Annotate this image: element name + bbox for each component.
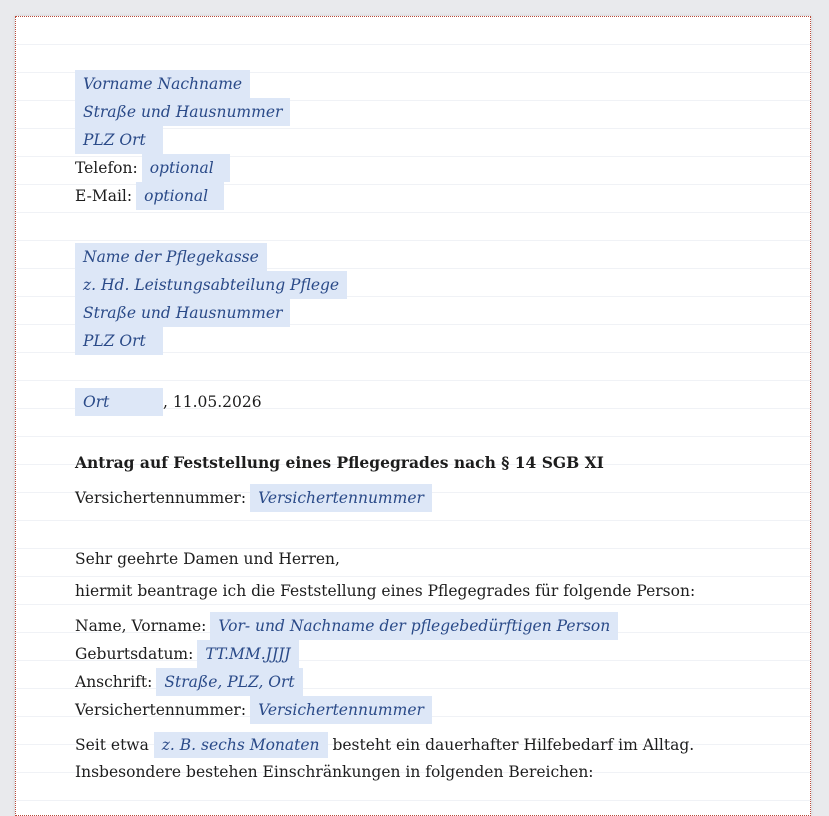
insured-number-field[interactable]: Versichertennummer — [250, 484, 432, 512]
sender-city-field[interactable]: PLZ Ort — [75, 126, 163, 154]
recipient-attention-line: z. Hd. Leistungsabteilung Pflege — [75, 271, 755, 299]
sender-city-line: PLZ Ort — [75, 126, 755, 154]
person-name-label: Name, Vorname: — [75, 617, 207, 635]
intro-text: hiermit beantrage ich die Feststellung e… — [75, 582, 696, 600]
person-birth-field[interactable]: TT.MM.JJJJ — [197, 640, 299, 668]
sender-name-field[interactable]: Vorname Nachname — [75, 70, 251, 98]
need-paragraph: Seit etwa z. B. sechs Monaten besteht ei… — [75, 732, 755, 786]
insured-number-label: Versichertennummer: — [75, 489, 247, 507]
person-address-label: Anschrift: — [75, 673, 153, 691]
date-line: Ort, 11.05.2026 — [75, 388, 755, 416]
person-insured-line: Versichertennummer: Versichertennummer — [75, 696, 755, 724]
sender-street-field[interactable]: Straße und Hausnummer — [75, 98, 291, 126]
person-insured-field[interactable]: Versichertennummer — [250, 696, 432, 724]
place-field[interactable]: Ort — [75, 388, 163, 416]
phone-field[interactable]: optional — [141, 154, 230, 182]
person-insured-label: Versichertennummer: — [75, 701, 247, 719]
person-address-line: Anschrift: Straße, PLZ, Ort — [75, 668, 755, 696]
email-field[interactable]: optional — [136, 182, 225, 210]
recipient-street-field[interactable]: Straße und Hausnummer — [75, 299, 291, 327]
person-name-line: Name, Vorname: Vor- und Nachname der pfle… — [75, 612, 755, 640]
recipient-street-line: Straße und Hausnummer — [75, 299, 755, 327]
letter-content: Vorname Nachname Straße und Hausnummer P… — [75, 70, 755, 786]
greeting: Sehr geehrte Damen und Herren, — [75, 550, 340, 568]
person-address-field[interactable]: Straße, PLZ, Ort — [156, 668, 303, 696]
recipient-city-field[interactable]: PLZ Ort — [75, 327, 163, 355]
person-birth-line: Geburtsdatum: TT.MM.JJJJ — [75, 640, 755, 668]
sender-name-line: Vorname Nachname — [75, 70, 755, 98]
duration-field[interactable]: z. B. sechs Monaten — [153, 732, 328, 758]
person-birth-label: Geburtsdatum: — [75, 645, 194, 663]
sender-street-line: Straße und Hausnummer — [75, 98, 755, 126]
subject-heading: Antrag auf Feststellung eines Pflegegrad… — [75, 453, 604, 472]
recipient-name-field[interactable]: Name der Pflegekasse — [75, 243, 267, 271]
sender-phone-line: Telefon: optional — [75, 154, 755, 182]
document-page: Vorname Nachname Straße und Hausnummer P… — [15, 16, 811, 816]
date-text: , 11.05.2026 — [163, 393, 262, 411]
insured-number-line: Versichertennummer: Versichertennummer — [75, 484, 755, 512]
sender-email-line: E-Mail: optional — [75, 182, 755, 210]
recipient-city-line: PLZ Ort — [75, 327, 755, 355]
recipient-attention-field[interactable]: z. Hd. Leistungsabteilung Pflege — [75, 271, 348, 299]
need-text-before: Seit etwa — [75, 736, 149, 754]
email-label: E-Mail: — [75, 187, 133, 205]
person-name-field[interactable]: Vor- und Nachname der pflegebedürftigen … — [210, 612, 619, 640]
phone-label: Telefon: — [75, 159, 138, 177]
recipient-name-line: Name der Pflegekasse — [75, 243, 755, 271]
